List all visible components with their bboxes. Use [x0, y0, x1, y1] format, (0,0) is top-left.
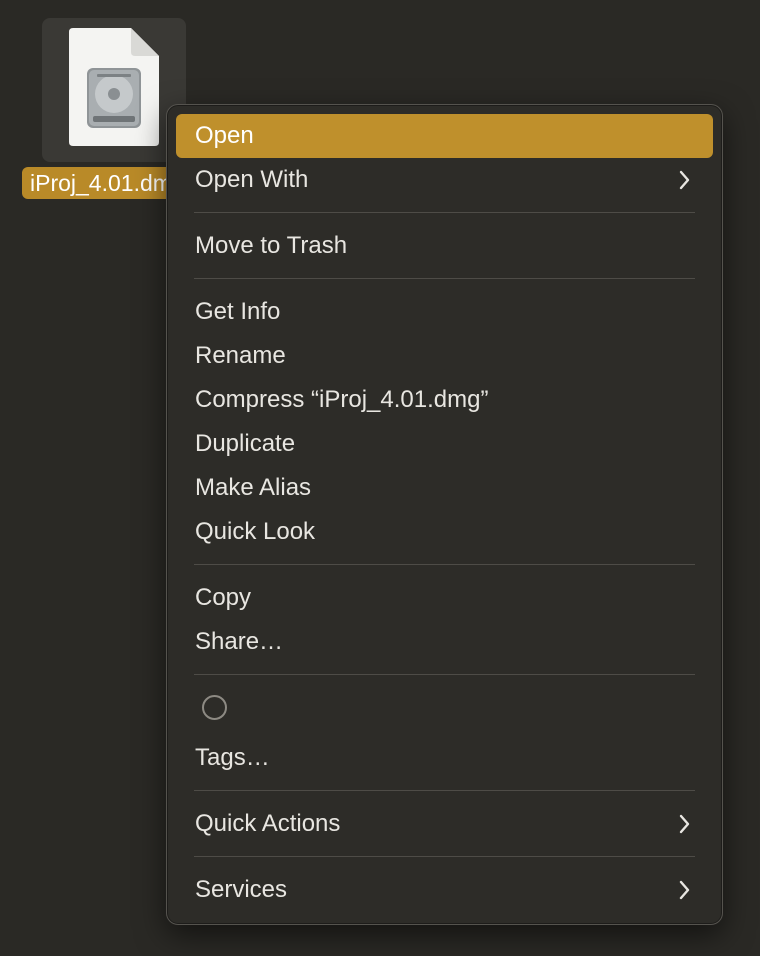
menu-item-label: Make Alias [195, 474, 312, 501]
menu-item-services[interactable]: Services [176, 868, 713, 912]
menu-separator [194, 278, 695, 279]
menu-item-label: Copy [195, 584, 252, 611]
menu-item-open-with[interactable]: Open With [176, 158, 713, 202]
file-icon-tile[interactable] [42, 18, 186, 162]
menu-item-copy[interactable]: Copy [176, 576, 713, 620]
menu-item-make-alias[interactable]: Make Alias [176, 466, 713, 510]
menu-item-compress[interactable]: Compress “iProj_4.01.dmg” [176, 378, 713, 422]
menu-item-duplicate[interactable]: Duplicate [176, 422, 713, 466]
menu-item-open[interactable]: Open [176, 114, 713, 158]
menu-item-label: Compress “iProj_4.01.dmg” [195, 386, 489, 413]
menu-item-quick-actions[interactable]: Quick Actions [176, 802, 713, 846]
chevron-right-icon [679, 170, 690, 190]
menu-separator [194, 674, 695, 675]
menu-item-label: Get Info [195, 298, 281, 325]
chevron-right-icon [679, 880, 690, 900]
menu-item-label: Tags… [195, 744, 270, 771]
menu-separator [194, 212, 695, 213]
menu-item-label: Services [195, 876, 288, 903]
menu-separator [194, 790, 695, 791]
menu-item-label: Open [195, 122, 254, 149]
context-menu: Open Open With Move to Trash Get Info Re… [166, 104, 723, 925]
menu-item-label: Quick Look [195, 518, 316, 545]
tag-color-row [176, 686, 713, 736]
menu-separator [194, 564, 695, 565]
menu-item-label: Rename [195, 342, 286, 369]
menu-item-share[interactable]: Share… [176, 620, 713, 664]
menu-item-rename[interactable]: Rename [176, 334, 713, 378]
menu-separator [194, 856, 695, 857]
menu-item-label: Quick Actions [195, 810, 341, 837]
disk-image-document-icon [69, 28, 159, 146]
menu-item-get-info[interactable]: Get Info [176, 290, 713, 334]
menu-item-label: Open With [195, 166, 309, 193]
file-name-label[interactable]: iProj_4.01.dmg [22, 167, 172, 199]
chevron-right-icon [679, 814, 690, 834]
tag-color-circle-icon[interactable] [202, 695, 227, 720]
menu-item-label: Move to Trash [195, 232, 348, 259]
menu-item-quick-look[interactable]: Quick Look [176, 510, 713, 554]
menu-item-label: Share… [195, 628, 284, 655]
menu-item-move-to-trash[interactable]: Move to Trash [176, 224, 713, 268]
menu-item-label: Duplicate [195, 430, 296, 457]
desktop: iProj_4.01.dmg Open Open With Move to Tr… [0, 0, 760, 956]
menu-item-tags[interactable]: Tags… [176, 736, 713, 780]
